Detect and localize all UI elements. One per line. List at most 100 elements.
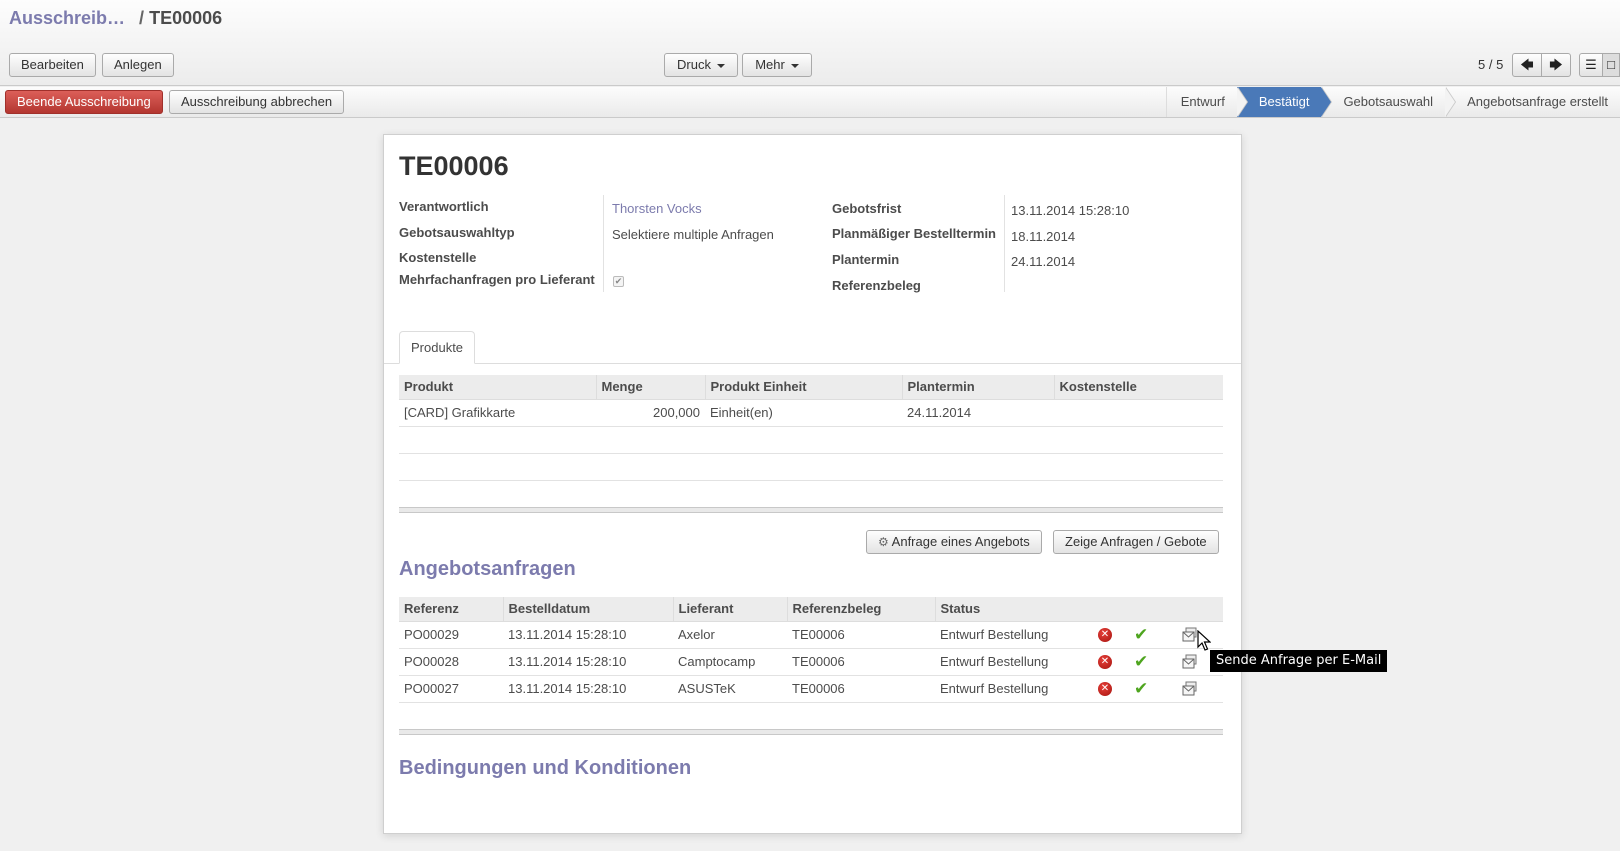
create-button[interactable]: Anlegen [102,53,174,77]
stage-draft[interactable]: Entwurf [1165,87,1248,117]
send-email-icon[interactable] [1182,681,1198,697]
cancel-rfq-icon[interactable]: ✕ [1098,682,1112,697]
stage-confirmed[interactable]: Bestätigt [1236,87,1332,117]
breadcrumb-current: TE00006 [149,8,223,28]
column-header-source-document[interactable]: Referenzbeleg [786,597,935,622]
rfq-table-footer [399,729,1223,735]
cell-order-date: 13.11.2014 15:28:10 [503,675,673,703]
cell-supplier: Camptocamp [673,648,787,676]
table-row[interactable]: PO00029 13.11.2014 15:28:10 Axelor TE000… [399,621,1223,649]
products-header-row: Produkt Menge Produkt Einheit Plantermin… [399,375,1223,400]
edit-button[interactable]: Bearbeiten [9,53,96,77]
caret-down-icon [790,63,799,68]
form-view-button[interactable]: □ [1602,53,1620,77]
form-sheet: TE00006 Verantwortlich Thorsten Vocks Ge… [383,134,1242,834]
rfq-header-row: Referenz Bestelldatum Lieferant Referenz… [399,597,1223,622]
confirm-rfq-icon[interactable]: ✔ [1134,679,1148,699]
multiple-requests-checkbox[interactable]: ✔ [613,276,624,287]
send-email-icon[interactable] [1182,627,1198,643]
cancel-rfq-icon[interactable]: ✕ [1098,655,1112,670]
field-label-bid-selection-type: Gebotsauswahltyp [399,225,515,240]
cell-cost-center [1054,399,1223,427]
cell-order-date: 13.11.2014 15:28:10 [503,648,673,676]
column-header-product-unit[interactable]: Produkt Einheit [704,375,902,400]
more-dropdown-label: Mehr [755,57,785,72]
stage-rfq-created[interactable]: Angebotsanfrage erstellt [1445,87,1620,117]
table-row[interactable]: PO00028 13.11.2014 15:28:10 Camptocamp T… [399,648,1223,676]
column-header-supplier[interactable]: Lieferant [672,597,787,622]
request-quotation-label: Anfrage eines Angebots [891,534,1030,549]
request-quotation-button[interactable]: ⚙ Anfrage eines Angebots [866,530,1042,554]
field-label-source-document: Referenzbeleg [832,278,921,293]
print-dropdown-button[interactable]: Druck [664,53,738,77]
column-header-quantity[interactable]: Menge [595,375,705,400]
rfq-table: Referenz Bestelldatum Lieferant Referenz… [399,597,1223,703]
cell-status: Entwurf Bestellung [935,675,1093,703]
section-title-terms: Bedingungen und Konditionen [399,757,692,779]
cell-status: Entwurf Bestellung [935,648,1093,676]
column-header-cost-center[interactable]: Kostenstelle [1053,375,1223,400]
list-icon: ☰ [1585,57,1597,72]
arrow-right-icon: 🡆 [1549,57,1563,72]
record-title: TE00006 [399,151,509,181]
stage-progress: Entwurf Bestätigt Gebotsauswahl Angebots… [1165,87,1620,117]
breadcrumb: Ausschreib… / TE00006 [9,8,222,29]
column-header-product[interactable]: Produkt [399,375,596,400]
control-panel: Ausschreib… / TE00006 Bearbeiten Anlegen … [0,0,1620,86]
table-row[interactable]: [CARD] Grafikkarte 200,000 Einheit(en) 2… [399,399,1223,427]
field-label-scheduled-date: Plantermin [832,252,900,267]
cell-source-document: TE00006 [787,675,935,703]
gears-icon: ⚙ [878,535,889,549]
products-table: Produkt Menge Produkt Einheit Plantermin… [399,375,1223,481]
column-header-scheduled-date[interactable]: Plantermin [901,375,1054,400]
table-row[interactable]: PO00027 13.11.2014 15:28:10 ASUSTeK TE00… [399,675,1223,703]
cell-source-document: TE00006 [787,621,935,649]
tooltip-send-email: Sende Anfrage per E-Mail [1210,650,1388,672]
empty-row [399,426,1223,454]
column-header-blank [1177,597,1223,622]
pager-value: 5 / 5 [1478,57,1504,72]
tab-products[interactable]: Produkte [399,331,476,364]
column-header-reference[interactable]: Referenz [399,597,503,622]
column-header-status[interactable]: Status [934,597,1093,622]
show-requests-bids-button[interactable]: Zeige Anfragen / Gebote [1053,530,1219,554]
cell-product-unit: Einheit(en) [705,399,902,427]
column-header-order-date[interactable]: Bestelldatum [502,597,673,622]
field-value-bid-deadline: 13.11.2014 15:28:10 [1011,203,1130,218]
column-header-blank [1129,597,1177,622]
pager-next-button[interactable]: 🡆 [1541,53,1571,77]
stage-bid-selection[interactable]: Gebotsauswahl [1321,87,1456,117]
cell-supplier: Axelor [673,621,787,649]
cell-reference: PO00027 [399,675,503,703]
confirm-rfq-icon[interactable]: ✔ [1134,652,1148,672]
field-value-responsible[interactable]: Thorsten Vocks [612,201,702,216]
pager-previous-button[interactable]: 🡄 [1512,53,1542,77]
cell-product: [CARD] Grafikkarte [399,399,596,427]
field-value-bid-selection-type: Selektiere multiple Anfragen [612,227,774,242]
tab-divider [384,363,1241,364]
breadcrumb-separator: / [139,8,145,28]
cell-reference: PO00028 [399,648,503,676]
finish-tender-button[interactable]: Beende Ausschreibung [5,90,163,114]
cell-reference: PO00029 [399,621,503,649]
confirm-rfq-icon[interactable]: ✔ [1134,625,1148,645]
list-view-button[interactable]: ☰ [1579,53,1603,77]
section-title-rfq: Angebotsanfragen [399,558,576,580]
more-dropdown-button[interactable]: Mehr [742,53,812,77]
field-label-bid-deadline: Gebotsfrist [832,201,902,216]
cancel-tender-button[interactable]: Ausschreibung abbrechen [169,90,345,114]
send-email-icon[interactable] [1182,654,1198,670]
breadcrumb-parent-link[interactable]: Ausschreib… [9,8,125,28]
field-value-scheduled-order-date: 18.11.2014 [1011,229,1076,244]
cancel-rfq-icon[interactable]: ✕ [1098,628,1112,643]
cell-quantity: 200,000 [596,399,705,427]
field-label-responsible: Verantwortlich [399,199,489,214]
cell-order-date: 13.11.2014 15:28:10 [503,621,673,649]
mouse-pointer-icon [1197,630,1211,651]
empty-row [399,453,1223,481]
field-separator [603,195,604,292]
cell-supplier: ASUSTeK [673,675,787,703]
arrow-left-icon: 🡄 [1520,57,1534,72]
cell-scheduled-date: 24.11.2014 [902,399,1054,427]
field-separator [1004,195,1005,292]
